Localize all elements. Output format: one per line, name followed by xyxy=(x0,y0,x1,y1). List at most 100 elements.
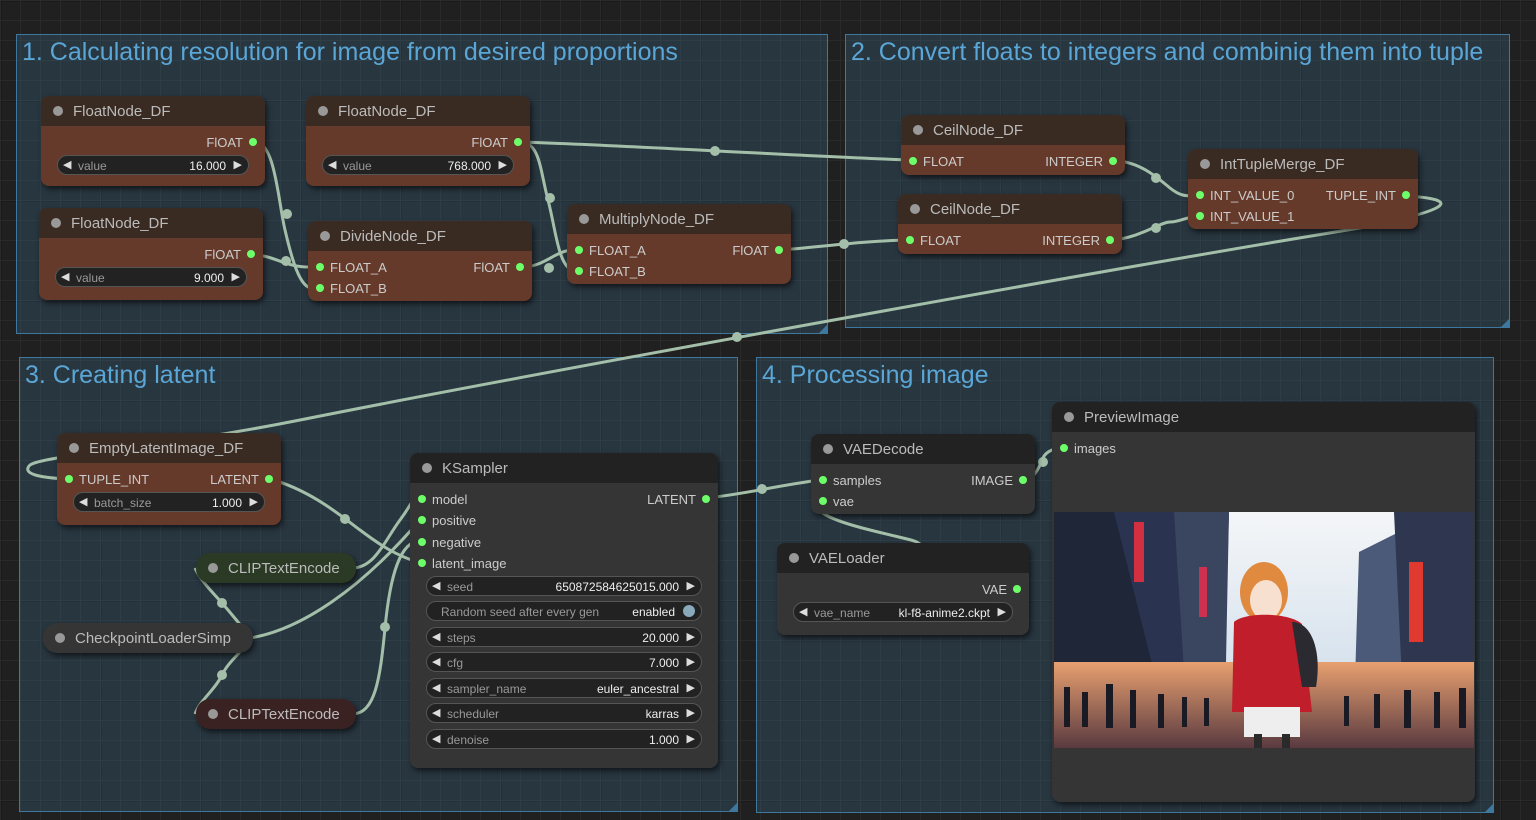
divide-node[interactable]: DivideNode_DF FLOAT_A FLOAT_B FlOAT xyxy=(308,221,532,301)
slot-dot[interactable] xyxy=(819,476,827,484)
collapse-dot[interactable] xyxy=(208,709,218,719)
value-widget[interactable]: ◀ value 16.000 ▶ xyxy=(57,155,249,175)
increment-arrow[interactable]: ▶ xyxy=(250,495,258,508)
denoise-widget[interactable]: ◀ denoise 1.000 ▶ xyxy=(426,729,702,749)
slot-dot[interactable] xyxy=(775,246,783,254)
node-header[interactable]: IntTupleMerge_DF xyxy=(1188,149,1418,179)
collapse-dot[interactable] xyxy=(320,231,330,241)
decrement-arrow[interactable]: ◀ xyxy=(61,270,69,283)
ceil-node-2[interactable]: CeilNode_DF FLOAT INTEGER xyxy=(898,194,1122,254)
toggle-knob[interactable] xyxy=(683,605,695,617)
checkpoint-loader-node[interactable]: CheckpointLoaderSimp xyxy=(43,623,253,653)
slot-dot[interactable] xyxy=(418,495,426,503)
slot-dot[interactable] xyxy=(575,246,583,254)
input-slot-model[interactable]: model xyxy=(418,492,467,507)
collapse-dot[interactable] xyxy=(53,106,63,116)
input-slot-b[interactable]: FLOAT_B xyxy=(316,281,387,296)
group-resize-handle[interactable] xyxy=(1485,804,1493,812)
decrement-arrow[interactable]: ◀ xyxy=(799,605,807,618)
slot-dot[interactable] xyxy=(909,157,917,165)
slot-dot[interactable] xyxy=(1013,585,1021,593)
sampler-name-widget[interactable]: ◀ sampler_name euler_ancestral ▶ xyxy=(426,678,702,698)
slot-dot[interactable] xyxy=(516,263,524,271)
node-header[interactable]: DivideNode_DF xyxy=(308,221,532,251)
input-slot-latent-image[interactable]: latent_image xyxy=(418,556,506,571)
output-slot[interactable]: FlOAT xyxy=(471,135,522,150)
slot-dot[interactable] xyxy=(514,138,522,146)
slot-dot[interactable] xyxy=(906,236,914,244)
input-slot-0[interactable]: INT_VALUE_0 xyxy=(1196,188,1294,203)
input-slot-1[interactable]: INT_VALUE_1 xyxy=(1196,209,1294,224)
increment-arrow[interactable]: ▶ xyxy=(687,732,695,745)
collapse-dot[interactable] xyxy=(579,214,589,224)
input-slot-a[interactable]: FLOAT_A xyxy=(575,243,646,258)
steps-widget[interactable]: ◀ steps 20.000 ▶ xyxy=(426,627,702,647)
input-slot-a[interactable]: FLOAT_A xyxy=(316,260,387,275)
node-header[interactable]: PreviewImage xyxy=(1052,402,1475,432)
group-resize-handle[interactable] xyxy=(729,803,737,811)
input-slot[interactable]: FLOAT xyxy=(906,233,961,248)
input-slot-samples[interactable]: samples xyxy=(819,473,881,488)
slot-dot[interactable] xyxy=(1402,191,1410,199)
slot-dot[interactable] xyxy=(819,497,827,505)
collapse-dot[interactable] xyxy=(69,443,79,453)
float-node-768[interactable]: FloatNode_DF FlOAT ◀ value 768.000 ▶ xyxy=(306,96,530,186)
group-resize-handle[interactable] xyxy=(1501,319,1509,327)
input-slot[interactable]: FLOAT xyxy=(909,154,964,169)
slot-dot[interactable] xyxy=(316,284,324,292)
collapse-dot[interactable] xyxy=(823,444,833,454)
node-header[interactable]: EmptyLatentImage_DF xyxy=(57,433,281,463)
float-node-16[interactable]: FloatNode_DF FlOAT ◀ value 16.000 ▶ xyxy=(41,96,265,186)
increment-arrow[interactable]: ▶ xyxy=(499,158,507,171)
decrement-arrow[interactable]: ◀ xyxy=(328,158,336,171)
collapse-dot[interactable] xyxy=(55,633,65,643)
int-tuple-merge-node[interactable]: IntTupleMerge_DF INT_VALUE_0 INT_VALUE_1… xyxy=(1188,149,1418,229)
node-header[interactable]: VAELoader xyxy=(777,543,1029,573)
slot-dot[interactable] xyxy=(65,475,73,483)
value-widget[interactable]: ◀ value 768.000 ▶ xyxy=(322,155,514,175)
scheduler-widget[interactable]: ◀ scheduler karras ▶ xyxy=(426,703,702,723)
decrement-arrow[interactable]: ◀ xyxy=(432,681,440,694)
slot-dot[interactable] xyxy=(249,138,257,146)
output-slot[interactable]: TUPLE_INT xyxy=(1326,188,1410,203)
node-header[interactable]: MultiplyNode_DF xyxy=(567,204,791,234)
output-slot[interactable]: VAE xyxy=(982,582,1021,597)
slot-dot[interactable] xyxy=(575,267,583,275)
decrement-arrow[interactable]: ◀ xyxy=(432,630,440,643)
slot-dot[interactable] xyxy=(1196,191,1204,199)
preview-image-node[interactable]: PreviewImage images xyxy=(1052,402,1475,802)
collapse-dot[interactable] xyxy=(1064,412,1074,422)
collapse-dot[interactable] xyxy=(1200,159,1210,169)
multiply-node[interactable]: MultiplyNode_DF FLOAT_A FLOAT_B FlOAT xyxy=(567,204,791,284)
output-slot[interactable]: LATENT xyxy=(210,472,273,487)
collapse-dot[interactable] xyxy=(910,204,920,214)
slot-dot[interactable] xyxy=(418,516,426,524)
float-node-9[interactable]: FloatNode_DF FlOAT ◀ value 9.000 ▶ xyxy=(39,208,263,300)
input-slot-b[interactable]: FLOAT_B xyxy=(575,264,646,279)
output-slot[interactable]: FlOAT xyxy=(473,260,524,275)
collapse-dot[interactable] xyxy=(789,553,799,563)
input-slot-images[interactable]: images xyxy=(1060,441,1116,456)
batch-size-widget[interactable]: ◀ batch_size 1.000 ▶ xyxy=(73,492,265,512)
node-header[interactable]: FloatNode_DF xyxy=(41,96,265,126)
slot-dot[interactable] xyxy=(702,495,710,503)
slot-dot[interactable] xyxy=(265,475,273,483)
input-slot[interactable]: TUPLE_INT xyxy=(65,472,149,487)
slot-dot[interactable] xyxy=(247,250,255,258)
preview-image[interactable] xyxy=(1054,512,1474,748)
node-header[interactable]: CheckpointLoaderSimp xyxy=(43,623,253,653)
collapse-dot[interactable] xyxy=(422,463,432,473)
input-slot-vae[interactable]: vae xyxy=(819,494,854,509)
output-slot[interactable]: FlOAT xyxy=(204,247,255,262)
node-header[interactable]: FloatNode_DF xyxy=(39,208,263,238)
seed-mode-toggle[interactable]: Random seed after every gen enabled xyxy=(426,601,702,621)
slot-dot[interactable] xyxy=(1106,236,1114,244)
node-header[interactable]: CeilNode_DF xyxy=(901,115,1125,145)
node-header[interactable]: KSampler xyxy=(410,453,718,483)
slot-dot[interactable] xyxy=(316,263,324,271)
increment-arrow[interactable]: ▶ xyxy=(687,655,695,668)
increment-arrow[interactable]: ▶ xyxy=(687,579,695,592)
node-header[interactable]: CeilNode_DF xyxy=(898,194,1122,224)
output-slot[interactable]: INTEGER xyxy=(1042,233,1114,248)
node-header[interactable]: FloatNode_DF xyxy=(306,96,530,126)
